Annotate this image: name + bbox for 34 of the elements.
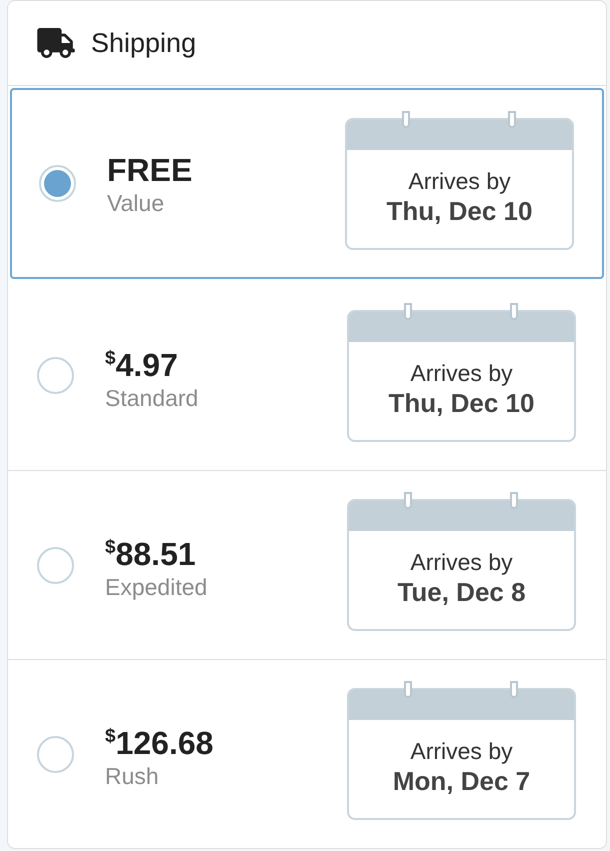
section-title: Shipping — [91, 26, 196, 60]
calendar-ring-icon — [508, 110, 516, 128]
delivery-date: Tue, Dec 8 — [397, 576, 526, 608]
calendar-ring-icon — [510, 302, 518, 320]
delivery-date: Thu, Dec 10 — [386, 194, 532, 226]
shipping-speed: Expedited — [105, 573, 208, 601]
calendar-ring-icon — [510, 681, 518, 698]
calendar-ring-icon — [404, 492, 412, 509]
radio-button[interactable] — [37, 736, 74, 772]
radio-button[interactable] — [37, 357, 74, 394]
shipping-option[interactable]: $^{$}$88.51 Expedited Arrives by Tue, Dec 8 — [8, 470, 606, 659]
shipping-option[interactable]: $^{$}$4.97 Standard Arrives by Thu, Dec 10 — [8, 281, 606, 470]
price: $^{$}$126.68 — [105, 724, 214, 762]
shipping-option[interactable]: FREE Value Arrives by Thu, Dec 10 — [10, 88, 604, 279]
shipping-speed: Standard — [105, 384, 198, 412]
price: $^{$}$4.97 — [105, 346, 178, 384]
calendar-ring-icon — [510, 492, 518, 509]
price: $^{$}$88.51 — [105, 535, 196, 573]
radio-button[interactable] — [39, 165, 76, 202]
calendar-ring-icon — [402, 110, 410, 128]
arrives-label: Arrives by — [410, 358, 513, 386]
calendar-ring-icon — [404, 681, 412, 698]
shipping-speed: Value — [107, 188, 164, 216]
truck-icon — [36, 28, 76, 58]
shipping-option[interactable]: $^{$}$126.68 Rush Arrives by Mon, Dec 7 — [8, 659, 606, 848]
shipping-speed: Rush — [105, 762, 159, 790]
arrives-label: Arrives by — [410, 548, 513, 576]
delivery-date: Mon, Dec 7 — [392, 765, 530, 797]
radio-button[interactable] — [37, 546, 74, 584]
price: FREE — [107, 150, 192, 188]
arrives-label: Arrives by — [410, 737, 513, 765]
calendar-ring-icon — [404, 302, 412, 320]
delivery-date: Thu, Dec 10 — [388, 386, 534, 418]
arrives-label: Arrives by — [408, 166, 511, 194]
